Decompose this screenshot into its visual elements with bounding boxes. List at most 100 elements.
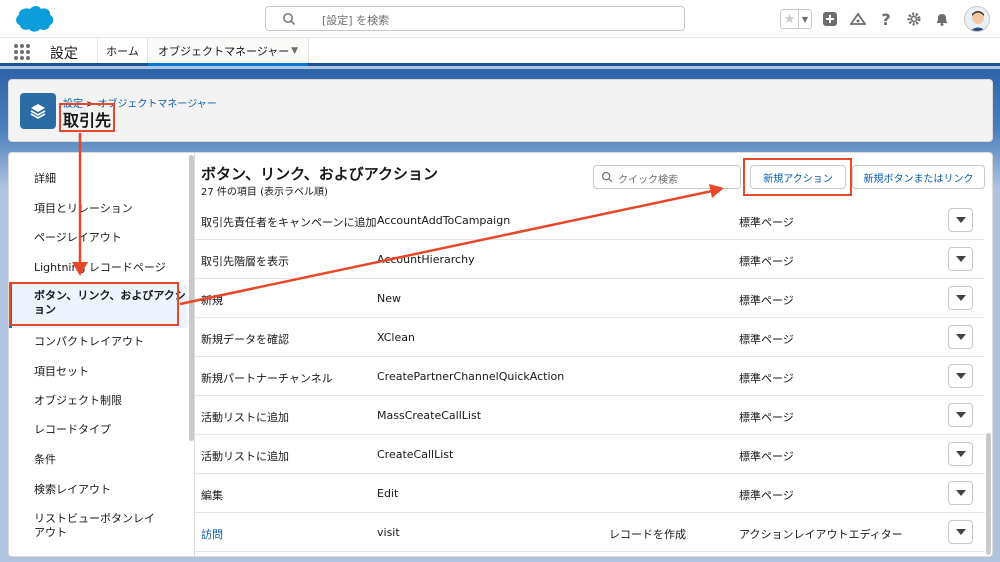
app-name: 設定 — [50, 46, 78, 62]
row-label: 取引先階層を表示 — [201, 255, 289, 268]
global-header: [設定] を検索 ★ ▼ ? — [0, 0, 1000, 38]
breadcrumb-object-manager-link[interactable]: オブジェクトマネージャー — [97, 99, 216, 110]
tab-object-manager-label: オブジェクトマネージャー — [158, 44, 290, 58]
tab-object-manager[interactable]: オブジェクトマネージャー ▼ — [147, 38, 309, 66]
star-icon[interactable]: ★ — [781, 10, 798, 28]
main-scrollbar[interactable] — [986, 433, 991, 555]
gear-icon[interactable] — [904, 9, 924, 29]
search-icon — [601, 171, 613, 183]
table-row: 新規データを確認 XClean 標準ページ — [195, 318, 985, 357]
row-label: 新規パートナーチャンネル — [201, 372, 333, 385]
tab-home[interactable]: ホーム — [97, 38, 147, 63]
chevron-down-icon — [955, 217, 966, 223]
row-name: XClean — [377, 331, 415, 344]
row-name: AccountHierarchy — [377, 253, 475, 266]
search-icon — [283, 13, 295, 25]
global-search-input[interactable]: [設定] を検索 — [265, 6, 685, 31]
chevron-down-icon — [955, 451, 966, 457]
row-actions-dropdown[interactable] — [948, 286, 973, 310]
table-row: 新規パートナーチャンネル CreatePartnerChannelQuickAc… — [195, 357, 985, 396]
table-row: 編集 Edit 標準ページ — [195, 474, 985, 513]
app-launcher-icon[interactable] — [14, 44, 30, 60]
chevron-down-icon — [955, 295, 966, 301]
chevron-down-icon — [955, 490, 966, 496]
row-actions-dropdown[interactable] — [948, 364, 973, 388]
new-button-or-link-button[interactable]: 新規ボタンまたはリンク — [852, 165, 985, 189]
bell-icon[interactable] — [932, 9, 952, 29]
row-label: 活動リストに追加 — [201, 450, 289, 463]
row-actions-dropdown[interactable] — [948, 247, 973, 271]
avatar[interactable] — [964, 6, 990, 32]
row-content-source: アクションレイアウトエディター — [739, 528, 903, 541]
salesforce-cloud-logo[interactable] — [12, 4, 56, 34]
header-utility-icons: ★ ▼ ? — [780, 4, 990, 34]
sidebar-item-search-layouts[interactable]: 検索レイアウト — [9, 483, 187, 497]
row-name: New — [377, 292, 401, 305]
annotation-highlight-new-action — [743, 158, 852, 196]
sidebar-item-object-limits[interactable]: オブジェクト制限 — [9, 394, 187, 408]
chevron-down-icon — [955, 373, 966, 379]
favorites-group: ★ ▼ — [780, 9, 812, 29]
row-name: AccountAddToCampaign — [377, 214, 511, 227]
chevron-down-icon — [955, 529, 966, 535]
sidebar-item-page-layouts[interactable]: ページレイアウト — [9, 231, 187, 245]
table-row: 活動リストに追加 CreateCallList 標準ページ — [195, 435, 985, 474]
table-row: 取引先階層を表示 AccountHierarchy 標準ページ — [195, 240, 985, 279]
row-content-source: 標準ページ — [739, 450, 794, 463]
sidebar-item-details[interactable]: 詳細 — [9, 172, 187, 186]
row-content-source: 標準ページ — [739, 255, 794, 268]
annotation-highlight-sidebar-item — [9, 282, 179, 326]
row-content-source: 標準ページ — [739, 411, 794, 424]
quick-search-placeholder: クイック検索 — [618, 175, 678, 186]
chevron-down-icon — [955, 412, 966, 418]
row-actions-dropdown[interactable] — [948, 325, 973, 349]
sidebar-item-lightning-record-pages[interactable]: Lightning レコードページ — [9, 261, 187, 275]
chevron-down-icon — [955, 256, 966, 262]
row-content-source: 標準ページ — [739, 294, 794, 307]
object-manager-sidebar: 詳細 項目とリレーション ページレイアウト Lightning レコードページ … — [8, 152, 195, 557]
row-name: CreatePartnerChannelQuickAction — [377, 370, 565, 383]
item-count: 27 件の項目 (表示ラベル順) — [201, 187, 328, 198]
plus-icon[interactable] — [820, 9, 840, 29]
row-actions-dropdown[interactable] — [948, 208, 973, 232]
sidebar-item-compact-layouts[interactable]: コンパクトレイアウト — [9, 335, 187, 349]
annotation-highlight-title — [59, 103, 115, 132]
row-label-link[interactable]: 訪問 — [201, 526, 223, 542]
trailhead-icon[interactable] — [848, 9, 868, 29]
row-label: 新規 — [201, 294, 223, 307]
row-content-source: 標準ページ — [739, 489, 794, 502]
table-row: 取引先責任者をキャンペーンに追加 AccountAddToCampaign 標準… — [195, 201, 985, 240]
chevron-down-icon — [955, 334, 966, 340]
row-actions-dropdown[interactable] — [948, 520, 973, 544]
row-name: visit — [377, 526, 400, 539]
tab-home-label: ホーム — [106, 44, 139, 58]
object-header: 設定 > オブジェクトマネージャー 取引先 — [8, 79, 993, 142]
row-actions-dropdown[interactable] — [948, 481, 973, 505]
sidebar-item-field-sets[interactable]: 項目セット — [9, 365, 187, 379]
chevron-down-icon[interactable]: ▼ — [798, 10, 811, 28]
sidebar-item-fields-relationships[interactable]: 項目とリレーション — [9, 202, 187, 216]
row-label: 編集 — [201, 489, 223, 502]
table-row: 訪問 visit レコードを作成 アクションレイアウトエディター — [195, 513, 985, 552]
row-actions-dropdown[interactable] — [948, 442, 973, 466]
help-icon[interactable]: ? — [876, 9, 896, 29]
sidebar-scrollbar[interactable] — [189, 155, 194, 441]
row-actions-dropdown[interactable] — [948, 403, 973, 427]
sidebar-item-list-view-button-layout[interactable]: リストビューボタンレイアウト — [9, 512, 159, 540]
row-label: 活動リストに追加 — [201, 411, 289, 424]
table-row: 新規 New 標準ページ — [195, 279, 985, 318]
row-type: レコードを作成 — [609, 528, 686, 541]
table-row: 活動リストに追加 MassCreateCallList 標準ページ — [195, 396, 985, 435]
sidebar-item-record-types[interactable]: レコードタイプ — [9, 423, 187, 437]
quick-search-input[interactable]: クイック検索 — [593, 165, 741, 189]
layers-icon — [20, 93, 56, 129]
row-name: Edit — [377, 487, 399, 500]
sidebar-item-conditions[interactable]: 条件 — [9, 453, 187, 467]
buttons-links-actions-panel: ボタン、リンク、およびアクション 27 件の項目 (表示ラベル順) クイック検索… — [195, 152, 993, 557]
row-content-source: 標準ページ — [739, 372, 794, 385]
row-content-source: 標準ページ — [739, 333, 794, 346]
row-label: 取引先責任者をキャンペーンに追加 — [201, 216, 377, 229]
section-title: ボタン、リンク、およびアクション — [201, 165, 439, 183]
chevron-down-icon[interactable]: ▼ — [291, 46, 298, 56]
row-name: CreateCallList — [377, 448, 454, 461]
